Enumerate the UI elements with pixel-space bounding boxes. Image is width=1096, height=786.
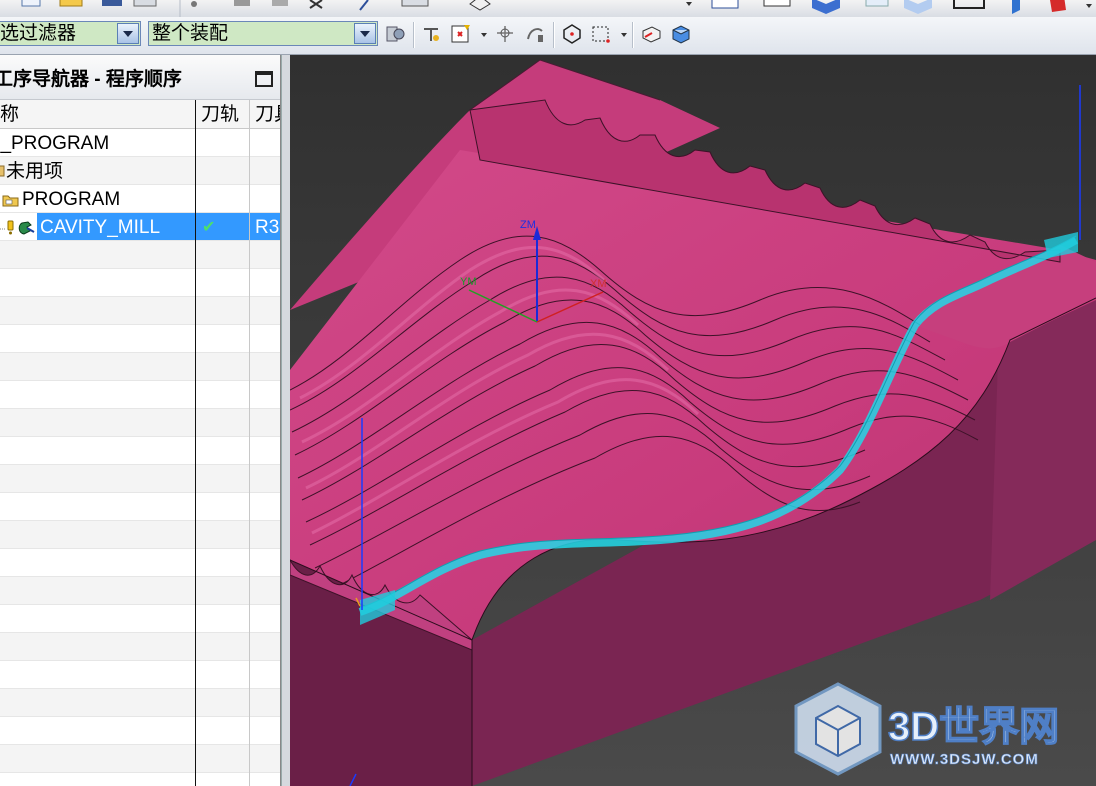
snap-point-icon[interactable] xyxy=(420,23,442,45)
column-header-tool[interactable]: 刀具 xyxy=(255,100,280,128)
eraser-icon xyxy=(469,0,491,11)
toolbar-separator xyxy=(632,22,634,48)
rectangle-select-icon[interactable] xyxy=(590,23,612,45)
model-view: ZM YM XM 3D世界网 WWW.3DSJW.COM xyxy=(290,55,1096,786)
selection-scope-value: 整个装配 xyxy=(152,23,229,44)
empty-row xyxy=(0,661,280,689)
empty-row xyxy=(0,521,280,549)
tree-row-label: PROGRAM xyxy=(22,189,121,210)
tree-row-program[interactable]: PROGRAM xyxy=(0,185,280,213)
rectangle-select-icon xyxy=(953,0,985,9)
navigator-title: 工序导航器 - 程序顺序 xyxy=(0,69,182,90)
axis-label-y: YM xyxy=(460,276,477,288)
tree-row-label-selected: CAVITY_MILL xyxy=(37,213,195,240)
column-header-toolpath[interactable]: 刀轨 xyxy=(201,100,249,128)
navigator-title-bar: 工序导航器 - 程序顺序 xyxy=(0,55,280,100)
new-file-icon xyxy=(21,0,41,7)
empty-row xyxy=(0,465,280,493)
selection-toolbar: 选过滤器 整个装配 xyxy=(0,17,1096,55)
selection-scope-combo[interactable]: 整个装配 xyxy=(148,21,378,46)
section-icon xyxy=(1012,0,1020,14)
display-mode-icon xyxy=(711,0,739,9)
axis-label-z: ZM xyxy=(520,219,536,231)
open-folder-icon xyxy=(59,0,83,7)
selection-scope-dropdown-button[interactable] xyxy=(354,23,376,44)
tool-name-cell: R3 xyxy=(250,213,280,240)
snap-mid-point-icon[interactable] xyxy=(524,23,546,45)
toolbar-icons-partial xyxy=(21,0,1092,17)
type-filter-value: 选过滤器 xyxy=(0,23,77,44)
empty-row xyxy=(0,353,280,381)
tree-row-cavity-mill[interactable]: CAVITY_MILL ✔ R3 xyxy=(0,213,280,241)
main-toolbar-strip xyxy=(0,0,1096,18)
filter-settings-icon[interactable] xyxy=(384,23,406,45)
toolbar-separator xyxy=(553,22,555,48)
empty-row xyxy=(0,745,280,773)
watermark-url: WWW.3DSJW.COM xyxy=(890,751,1039,768)
view-icon xyxy=(763,0,791,7)
empty-row xyxy=(0,381,280,409)
empty-row xyxy=(0,325,280,353)
empty-row xyxy=(0,633,280,661)
pen-icon xyxy=(359,0,369,11)
print-icon xyxy=(133,0,157,7)
watermark-title: 3D世界网 xyxy=(888,705,1059,749)
shaded-view-icon[interactable] xyxy=(670,23,692,45)
snap-end-point-icon[interactable] xyxy=(494,23,516,45)
tree-row-unused-items[interactable]: 未用项 xyxy=(0,157,280,185)
cavity-mill-operation-icon xyxy=(18,221,32,235)
empty-row xyxy=(0,297,280,325)
graphics-viewport[interactable]: ZM YM XM 3D世界网 WWW.3DSJW.COM xyxy=(290,55,1096,786)
empty-row xyxy=(0,577,280,605)
point-filter-icon[interactable] xyxy=(450,23,472,45)
empty-row xyxy=(0,549,280,577)
navigator-column-header: 名称 刀轨 刀具 xyxy=(0,100,280,129)
select-mode-dropdown-icon[interactable] xyxy=(620,31,628,39)
maximize-panel-icon[interactable] xyxy=(255,71,273,87)
copy-icon xyxy=(272,0,288,6)
clip-icon xyxy=(1050,0,1066,12)
tree-row-nc-program[interactable]: NC_PROGRAM xyxy=(0,129,280,157)
empty-row xyxy=(0,605,280,633)
empty-row xyxy=(0,241,280,269)
empty-row xyxy=(0,269,280,297)
warning-status-icon xyxy=(7,220,14,231)
empty-row xyxy=(0,409,280,437)
polygon-select-icon[interactable] xyxy=(561,23,583,45)
point-filter-dropdown-icon[interactable] xyxy=(480,31,488,39)
scissors-icon xyxy=(309,0,323,9)
type-filter-combo[interactable]: 选过滤器 xyxy=(0,21,141,46)
empty-row xyxy=(0,493,280,521)
column-divider[interactable] xyxy=(195,100,196,786)
command-finder-icon xyxy=(401,0,429,7)
shaded-cube-icon xyxy=(812,0,840,14)
wire-cube-icon xyxy=(865,0,889,7)
empty-row xyxy=(0,689,280,717)
undo-icon xyxy=(191,1,197,7)
empty-row xyxy=(0,717,280,745)
operation-status-icons xyxy=(0,220,35,235)
toolbar-overflow-arrow-icon xyxy=(1086,4,1092,8)
toolpath-status-check: ✔ xyxy=(196,213,249,240)
view-orient-icon[interactable] xyxy=(640,23,662,45)
cut-icon xyxy=(234,0,250,6)
tree-row-label: 未用项 xyxy=(6,161,64,182)
column-header-name[interactable]: 名称 xyxy=(0,100,191,128)
column-divider[interactable] xyxy=(249,100,250,786)
tree-row-label: NC_PROGRAM xyxy=(0,133,110,154)
empty-row xyxy=(0,437,280,465)
dropdown-arrow-icon xyxy=(686,2,692,6)
save-icon xyxy=(102,0,122,6)
ortho-cube-icon xyxy=(904,0,932,14)
toolbar-separator xyxy=(413,22,415,48)
operation-navigator-panel: 工序导航器 - 程序顺序 名称 刀轨 刀具 NC_PROGRAM 未用项 PRO… xyxy=(0,55,281,786)
type-filter-dropdown-button[interactable] xyxy=(117,23,139,44)
program-folder-icon xyxy=(2,195,19,207)
axis-label-x: XM xyxy=(590,278,607,290)
